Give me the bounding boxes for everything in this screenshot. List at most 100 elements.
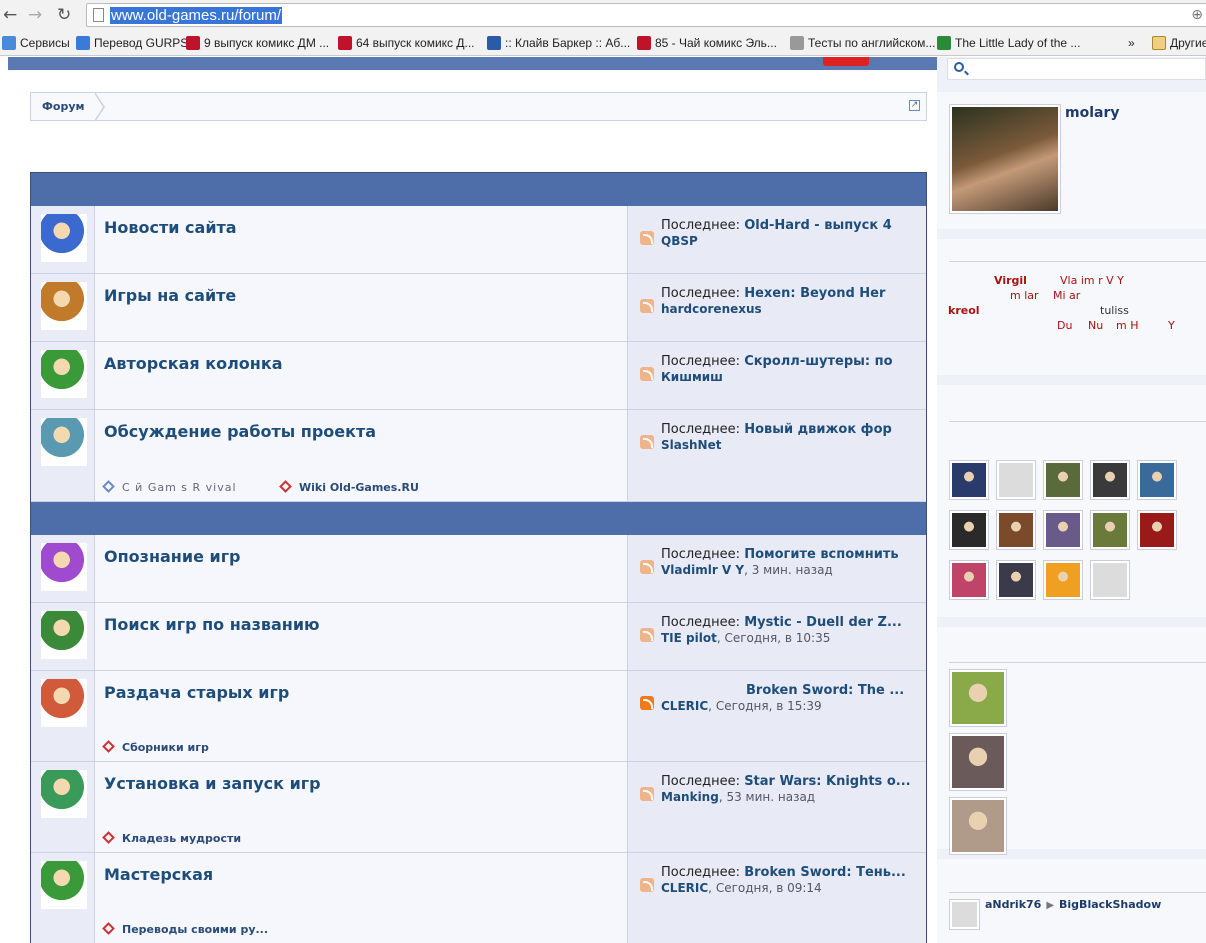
last-post-line: Последнее: Hexen: Beyond Her: [661, 286, 885, 301]
address-bar[interactable]: www.old-games.ru/forum/ ⊕: [86, 3, 1206, 27]
member-avatar[interactable]: [1043, 510, 1083, 550]
member-avatar[interactable]: [949, 460, 989, 500]
online-user-link[interactable]: Mi ar: [1053, 289, 1080, 302]
bookmark-item[interactable]: The Little Lady of the ...: [937, 36, 1080, 50]
online-user-link[interactable]: m H: [1116, 319, 1138, 332]
subforum-link[interactable]: С й Gam s R vival: [102, 480, 237, 494]
online-user-link[interactable]: m lar: [1010, 289, 1039, 302]
last-post-topic-link[interactable]: Помогите вспомнить: [744, 547, 898, 562]
member-avatar[interactable]: [996, 560, 1036, 600]
other-bookmarks-folder[interactable]: Другие: [1152, 36, 1206, 50]
last-post-user-link[interactable]: Vladimlr V Y: [661, 563, 744, 577]
rss-icon[interactable]: [640, 367, 654, 381]
forum-title-link[interactable]: Опознание игр: [104, 547, 241, 566]
last-post-user-link[interactable]: QBSP: [661, 234, 698, 248]
bookmark-item[interactable]: Сервисы: [2, 36, 70, 50]
member-avatar[interactable]: [949, 560, 989, 600]
forum-mascot-icon: [41, 418, 87, 466]
subforum-diamond-icon: [102, 922, 115, 935]
reload-icon[interactable]: ↻: [57, 5, 71, 25]
subforum-link[interactable]: Кладезь мудрости: [102, 831, 241, 845]
member-avatar[interactable]: [1043, 560, 1083, 600]
forward-arrow-icon[interactable]: →: [28, 5, 42, 25]
last-message-avatar[interactable]: [949, 899, 980, 930]
rss-icon[interactable]: [640, 696, 654, 710]
forum-title-link[interactable]: Поиск игр по названию: [104, 615, 320, 634]
subforum-diamond-icon: [102, 831, 115, 844]
forum-title-link[interactable]: Новости сайта: [104, 218, 237, 237]
last-post-time: Сегодня, в 10:35: [724, 631, 831, 645]
bookmarks-overflow-button[interactable]: »: [1128, 36, 1135, 50]
online-user-link[interactable]: tuliss: [1100, 304, 1129, 317]
online-user-link[interactable]: Vla im r V Y: [1060, 274, 1124, 287]
forum-title-link[interactable]: Установка и запуск игр: [104, 774, 321, 793]
rss-icon[interactable]: [640, 435, 654, 449]
user-avatar[interactable]: [949, 104, 1061, 214]
recent-poster-avatar[interactable]: [949, 797, 1007, 855]
forum-title-link[interactable]: Раздача старых игр: [104, 683, 289, 702]
bookmark-item[interactable]: Перевод GURPS: [76, 36, 188, 50]
online-user-link[interactable]: Virgil: [994, 274, 1027, 287]
online-user-link[interactable]: kreol: [948, 304, 980, 317]
member-avatar[interactable]: [996, 460, 1036, 500]
rss-icon[interactable]: [640, 560, 654, 574]
member-avatar[interactable]: [1090, 560, 1130, 600]
member-avatar[interactable]: [1090, 510, 1130, 550]
last-post-user-link[interactable]: CLERIC: [661, 881, 708, 895]
member-avatar[interactable]: [1137, 510, 1177, 550]
online-user-link[interactable]: Y: [1168, 319, 1175, 332]
last-post-topic-link[interactable]: Star Wars: Knights o...: [744, 774, 910, 789]
last-post-user-link[interactable]: Кишмиш: [661, 370, 723, 384]
subforum-link[interactable]: Wiki Old-Games.RU: [279, 480, 419, 494]
last-post-topic-link[interactable]: Новый движок фор: [744, 422, 892, 437]
last-to-user[interactable]: BigBlackShadow: [1059, 898, 1161, 911]
recent-poster-avatar[interactable]: [949, 669, 1007, 727]
rss-icon[interactable]: [640, 628, 654, 642]
member-avatar[interactable]: [996, 510, 1036, 550]
url-text[interactable]: www.old-games.ru/forum/: [110, 7, 283, 24]
last-from-user[interactable]: aNdrik76: [985, 898, 1041, 911]
last-post-topic-link[interactable]: Old-Hard - выпуск 4: [744, 218, 892, 233]
last-post-topic-link[interactable]: Hexen: Beyond Her: [744, 286, 885, 301]
search-input[interactable]: [947, 58, 1206, 80]
user-name-link[interactable]: molary: [1065, 105, 1119, 121]
rss-icon[interactable]: [640, 231, 654, 245]
zoom-icon[interactable]: ⊕: [1191, 7, 1203, 23]
last-post-user-link[interactable]: SlashNet: [661, 438, 721, 452]
forum-icon-cell: [31, 762, 95, 852]
subforum-link[interactable]: Переводы своими ру...: [102, 922, 268, 936]
online-user-link[interactable]: Du: [1057, 319, 1072, 332]
bookmark-item[interactable]: 64 выпуск комикс Д...: [338, 36, 475, 50]
breadcrumb-forum-link[interactable]: Форум: [42, 100, 85, 113]
external-link-icon[interactable]: ↗: [909, 100, 920, 111]
subforum-link[interactable]: Сборники игр: [102, 740, 209, 754]
forum-title-link[interactable]: Обсуждение работы проекта: [104, 422, 376, 441]
recent-poster-avatar[interactable]: [949, 733, 1007, 791]
last-post-topic-link[interactable]: Broken Sword: Тень...: [744, 865, 906, 880]
rss-icon[interactable]: [640, 299, 654, 313]
last-post-user-link[interactable]: Manking: [661, 790, 719, 804]
rss-icon[interactable]: [640, 787, 654, 801]
member-avatar[interactable]: [949, 510, 989, 550]
online-user-link[interactable]: Nu: [1088, 319, 1103, 332]
forum-title-link[interactable]: Авторская колонка: [104, 354, 282, 373]
last-post-topic-link[interactable]: Broken Sword: The ...: [746, 683, 904, 698]
bookmark-item[interactable]: 9 выпуск комикс ДМ ...: [186, 36, 329, 50]
last-post-topic-link[interactable]: Mystic - Duell der Z...: [744, 615, 902, 630]
last-post-topic-link[interactable]: Скролл-шутеры: по: [744, 354, 892, 369]
forum-title-link[interactable]: Игры на сайте: [104, 286, 236, 305]
bookmark-item[interactable]: 85 - Чай комикс Эль...: [637, 36, 777, 50]
member-avatar[interactable]: [1043, 460, 1083, 500]
last-post-user-link[interactable]: hardcorenexus: [661, 302, 762, 316]
search-icon[interactable]: [954, 62, 964, 72]
member-avatar[interactable]: [1137, 460, 1177, 500]
member-avatar[interactable]: [1090, 460, 1130, 500]
bookmark-item[interactable]: Тесты по английском...: [790, 36, 935, 50]
last-post-user-link[interactable]: CLERIC: [661, 699, 708, 713]
bookmark-item[interactable]: :: Клайв Баркер :: Аб...: [487, 36, 630, 50]
back-arrow-icon[interactable]: ←: [3, 5, 17, 25]
last-post-line: Последнее: Old-Hard - выпуск 4: [661, 218, 892, 233]
last-post-user-link[interactable]: TIE pilot: [661, 631, 717, 645]
forum-title-link[interactable]: Мастерская: [104, 865, 213, 884]
rss-icon[interactable]: [640, 878, 654, 892]
